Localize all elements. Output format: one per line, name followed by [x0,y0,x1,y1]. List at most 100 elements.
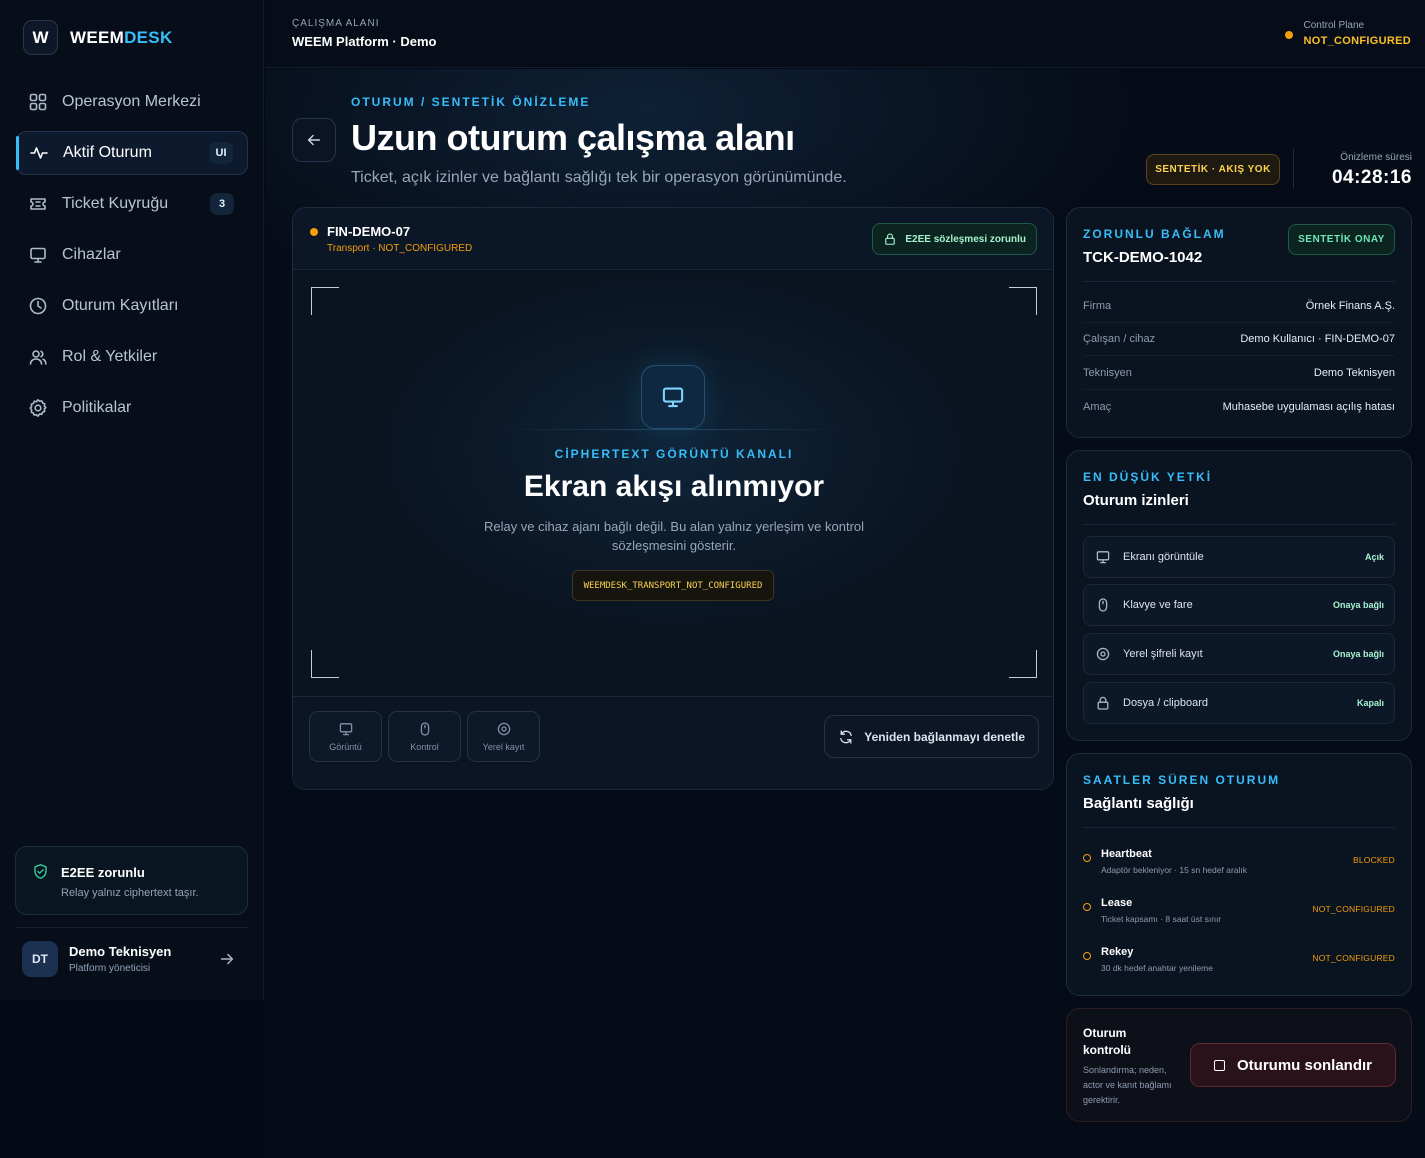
arrow-right-icon[interactable] [218,950,236,968]
sidebar: W WEEMDESK Operasyon Merkezi Aktif Oturu… [0,0,264,1000]
sidebar-nav: Operasyon Merkezi Aktif Oturum UI Ticket… [16,80,248,437]
sidebar-item-politikalar[interactable]: Politikalar [16,386,248,430]
e2ee-subtitle: Relay yalnız ciphertext taşır. [61,887,199,899]
sidebar-item-rol-yetkiler[interactable]: Rol & Yetkiler [16,335,248,379]
back-button[interactable] [292,118,336,162]
monitor-icon [30,247,46,263]
context-row: Amaç Muhasebe uygulaması açılış hatası [1083,400,1395,413]
sidebar-item-label: Aktif Oturum [63,144,152,161]
permission-label: Ekranı görüntüle [1123,551,1204,563]
viewer-toolbar: Görüntü Kontrol Yerel kayıt Yeniden bağl… [293,696,1053,789]
frame-corner [311,650,339,678]
control-plane-status: Control Plane NOT_CONFIGURED [1284,20,1411,47]
monitor-icon-box [641,365,705,429]
stop-icon [1214,1059,1225,1071]
context-panel: ZORUNLU BAĞLAM TCK-DEMO-1042 SENTETİK ON… [1066,207,1412,438]
status-dot [1284,31,1293,39]
local-record-tool-button[interactable]: Yerel kayıt [467,711,540,762]
device-transport: Transport · NOT_CONFIGURED [327,243,473,254]
sidebar-item-operasyon-merkezi[interactable]: Operasyon Merkezi [16,80,248,124]
view-tool-button[interactable]: Görüntü [309,711,382,762]
panel-title: Bağlantı sağlığı [1083,795,1194,812]
channel-title: Ekran akışı alınmıyor [523,470,825,503]
session-control-panel: Oturum kontrolü Sonlandırma; neden, acto… [1066,1008,1412,1122]
end-session-button[interactable]: Oturumu sonlandır [1190,1043,1396,1087]
ticket-id: TCK-DEMO-1042 [1083,249,1203,266]
divider [503,429,843,430]
timer-label: Önizleme süresi [1340,152,1412,163]
sidebar-item-oturum-kayitlari[interactable]: Oturum Kayıtları [16,284,248,328]
transport-code: WEEMDESK_TRANSPORT_NOT_CONFIGURED [572,570,774,601]
breadcrumb: OTURUM / SENTETİK ÖNİZLEME [351,95,591,109]
sidebar-item-ticket-kuyrugu[interactable]: Ticket Kuyruğu 3 [16,182,248,226]
divider [1293,149,1294,189]
health-row-rekey: Rekey 30 dk hedef anahtar yenileme NOT_C… [1083,946,1395,986]
permission-status: Kapalı [1356,698,1384,708]
e2ee-notice: E2EE zorunlu Relay yalnız ciphertext taş… [15,846,248,915]
context-row: Firma Örnek Finans A.Ş. [1083,290,1395,323]
session-viewer: FIN-DEMO-07 Transport · NOT_CONFIGURED E… [292,207,1054,790]
brand-name: WEEMDESK [70,27,173,47]
permission-label: Yerel şifreli kayıt [1123,648,1203,660]
users-icon [29,350,47,365]
divider [1083,524,1395,525]
sidebar-item-cihazlar[interactable]: Cihazlar [16,233,248,277]
health-desc: 30 dk hedef anahtar yenileme [1101,963,1213,973]
permission-item[interactable]: Ekranı görüntüle Açık [1083,536,1395,578]
monitor-icon [339,723,352,736]
clock-icon [29,297,47,315]
context-row: Çalışan / cihaz Demo Kullanıcı · FIN-DEMO… [1083,323,1395,356]
activity-icon [30,147,48,159]
user-profile[interactable]: DT Demo Teknisyen Platform yöneticisi [22,941,236,977]
synthetic-badge: SENTETİK · AKIŞ YOK [1146,154,1280,185]
health-status: BLOCKED [1352,855,1395,865]
sidebar-item-aktif-oturum[interactable]: Aktif Oturum UI [16,131,248,175]
permission-item[interactable]: Dosya / clipboard Kapalı [1083,682,1395,724]
main-content: OTURUM / SENTETİK ÖNİZLEME Uzun oturum ç… [265,69,1425,1158]
user-role: Platform yöneticisi [69,963,151,974]
page-subtitle: Ticket, açık izinler ve bağlantı sağlığı… [351,169,847,186]
control-tool-button[interactable]: Kontrol [388,711,461,762]
gear-icon [29,399,47,417]
reconnect-button[interactable]: Yeniden bağlanmayı denetle [824,715,1039,758]
logo: W [23,20,58,55]
monitor-icon [1096,551,1110,564]
status-dot [310,228,318,236]
frame-corner [1009,650,1037,678]
screen-stage[interactable]: CİPHERTEXT GÖRÜNTÜ KANALI Ekran akışı al… [293,270,1053,696]
e2ee-contract-badge: E2EE sözleşmesi zorunlu [872,223,1037,255]
page-title: Uzun oturum çalışma alanı [351,117,795,158]
health-desc: Adaptör bekleniyor · 15 sn hedef aralık [1101,865,1248,875]
viewer-header: FIN-DEMO-07 Transport · NOT_CONFIGURED E… [293,208,1053,270]
tool-label: Kontrol [410,742,439,752]
workspace-value[interactable]: WEEM Platform · Demo [292,34,436,49]
topbar: ÇALIŞMA ALANI WEEM Platform · Demo Contr… [265,0,1425,68]
permission-item[interactable]: Klavye ve fare Onaya bağlı [1083,584,1395,626]
tool-label: Yerel kayıt [482,742,525,752]
brand[interactable]: W WEEMDESK [23,20,173,55]
reconnect-label: Yeniden bağlanmayı denetle [864,729,1025,744]
device-name: FIN-DEMO-07 [327,224,411,239]
shield-check-icon [34,864,47,879]
channel-description: Relay ve cihaz ajanı bağlı değil. Bu ala… [483,519,865,553]
monitor-icon [662,387,684,408]
control-plane-value: NOT_CONFIGURED [1303,35,1411,47]
lock-icon [885,233,896,245]
ticket-icon [30,198,46,210]
divider [1083,827,1395,828]
health-name: Heartbeat [1101,848,1152,860]
status-dot [1083,903,1091,911]
sidebar-item-badge: UI [209,142,233,164]
user-name: Demo Teknisyen [69,944,172,959]
permission-item[interactable]: Yerel şifreli kayıt Onaya bağlı [1083,633,1395,675]
context-row: Teknisyen Demo Teknisyen [1083,357,1395,390]
tool-label: Görüntü [329,742,362,752]
channel-label: CİPHERTEXT GÖRÜNTÜ KANALI [554,447,794,461]
grid-icon [29,93,47,111]
session-control-title: Oturum kontrolü [1083,1026,1131,1057]
avatar: DT [22,941,58,977]
health-name: Rekey [1101,946,1134,958]
end-session-label: Oturumu sonlandır [1237,1056,1372,1074]
divider [1083,281,1395,282]
record-icon [497,722,510,736]
